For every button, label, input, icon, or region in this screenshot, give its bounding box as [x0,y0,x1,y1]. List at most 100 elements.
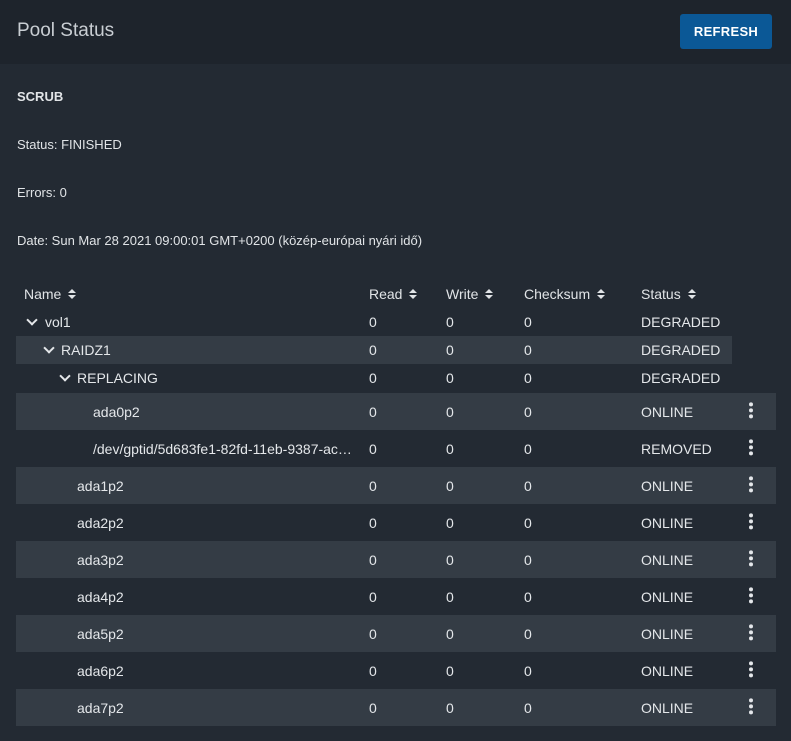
table-row[interactable]: ada4p2 0 0 0 ONLINE [16,578,776,615]
sort-icon [409,289,418,299]
row-write: 0 [446,588,454,605]
table-row[interactable]: ada3p2 0 0 0 ONLINE [16,541,776,578]
more-vert-icon[interactable] [747,660,755,677]
more-vert-icon[interactable] [747,438,755,455]
row-read: 0 [369,625,377,642]
row-checksum: 0 [524,440,532,457]
row-status: ONLINE [641,551,694,568]
column-write[interactable]: Write [446,286,494,302]
table-row[interactable]: ada0p2 0 0 0 ONLINE [16,393,776,430]
page-title: Pool Status [17,20,115,41]
row-checksum: 0 [524,314,532,330]
table-row[interactable]: RAIDZ1 0 0 0 DEGRADED [16,336,732,364]
row-write: 0 [446,403,454,420]
row-status: ONLINE [641,625,694,642]
row-status: DEGRADED [641,370,721,386]
more-vert-icon[interactable] [747,475,755,492]
scrub-date: Date: Sun Mar 28 2021 09:00:01 GMT+0200 … [17,233,423,248]
row-write: 0 [446,477,454,494]
column-read[interactable]: Read [369,286,418,302]
row-checksum: 0 [524,403,532,420]
row-name: ada6p2 [77,662,124,679]
row-read: 0 [369,314,377,330]
table-row[interactable]: REPLACING 0 0 0 DEGRADED [16,364,732,392]
row-checksum: 0 [524,625,532,642]
row-name: vol1 [45,314,71,330]
row-name: /dev/gptid/5d683fe1-82fd-11eb-9387-ac… [93,440,352,457]
row-checksum: 0 [524,477,532,494]
row-write: 0 [446,699,454,716]
more-vert-icon[interactable] [747,401,755,418]
row-checksum: 0 [524,699,532,716]
table-row[interactable]: ada6p2 0 0 0 ONLINE [16,652,776,689]
more-vert-icon[interactable] [747,586,755,603]
table-row[interactable]: ada2p2 0 0 0 ONLINE [16,504,776,541]
column-status[interactable]: Status [641,286,696,302]
row-name: ada5p2 [77,625,124,642]
row-write: 0 [446,314,454,330]
row-status: ONLINE [641,514,694,531]
scrub-status: Status: FINISHED [17,137,122,152]
row-read: 0 [369,588,377,605]
row-read: 0 [369,342,377,358]
row-name: ada4p2 [77,588,124,605]
row-write: 0 [446,440,454,457]
row-status: REMOVED [641,440,712,457]
table-row[interactable]: ada7p2 0 0 0 ONLINE [16,689,776,726]
scrub-heading: SCRUB [17,89,64,104]
row-status: ONLINE [641,588,694,605]
row-checksum: 0 [524,551,532,568]
sort-icon [687,289,696,299]
row-write: 0 [446,342,454,358]
column-label: Name [24,286,62,302]
row-write: 0 [446,662,454,679]
row-name: REPLACING [77,370,158,386]
table-row[interactable]: vol1 0 0 0 DEGRADED [16,308,732,336]
column-label: Status [641,286,681,302]
row-status: DEGRADED [641,314,721,330]
more-vert-icon[interactable] [747,549,755,566]
row-checksum: 0 [524,514,532,531]
row-read: 0 [369,370,377,386]
row-read: 0 [369,514,377,531]
column-label: Write [446,286,479,302]
row-status: DEGRADED [641,342,721,358]
row-checksum: 0 [524,370,532,386]
more-vert-icon[interactable] [747,623,755,640]
row-write: 0 [446,370,454,386]
chevron-down-icon[interactable] [26,314,38,326]
row-status: ONLINE [641,662,694,679]
column-checksum[interactable]: Checksum [524,286,606,302]
column-label: Read [369,286,403,302]
row-checksum: 0 [524,662,532,679]
column-name[interactable]: Name [24,286,77,302]
table-row[interactable]: ada5p2 0 0 0 ONLINE [16,615,776,652]
more-vert-icon[interactable] [747,512,755,529]
table-row[interactable]: ada1p2 0 0 0 ONLINE [16,467,776,504]
row-checksum: 0 [524,588,532,605]
sort-icon [597,289,606,299]
sort-icon [68,289,77,299]
row-read: 0 [369,440,377,457]
row-name: ada2p2 [77,514,124,531]
row-name: ada1p2 [77,477,124,494]
row-read: 0 [369,699,377,716]
row-write: 0 [446,514,454,531]
chevron-down-icon[interactable] [59,370,71,382]
row-write: 0 [446,625,454,642]
row-status: ONLINE [641,477,694,494]
table-row[interactable]: /dev/gptid/5d683fe1-82fd-11eb-9387-ac… 0… [16,430,776,467]
card-header: Pool Status REFRESH [0,0,791,64]
row-name: ada7p2 [77,699,124,716]
refresh-button[interactable]: REFRESH [680,14,772,49]
row-read: 0 [369,403,377,420]
row-checksum: 0 [524,342,532,358]
more-vert-icon[interactable] [747,697,755,714]
row-read: 0 [369,551,377,568]
column-label: Checksum [524,286,591,302]
row-name: ada3p2 [77,551,124,568]
row-name: RAIDZ1 [61,342,111,358]
chevron-down-icon[interactable] [43,342,55,354]
row-name: ada0p2 [93,403,140,420]
row-status: ONLINE [641,699,694,716]
